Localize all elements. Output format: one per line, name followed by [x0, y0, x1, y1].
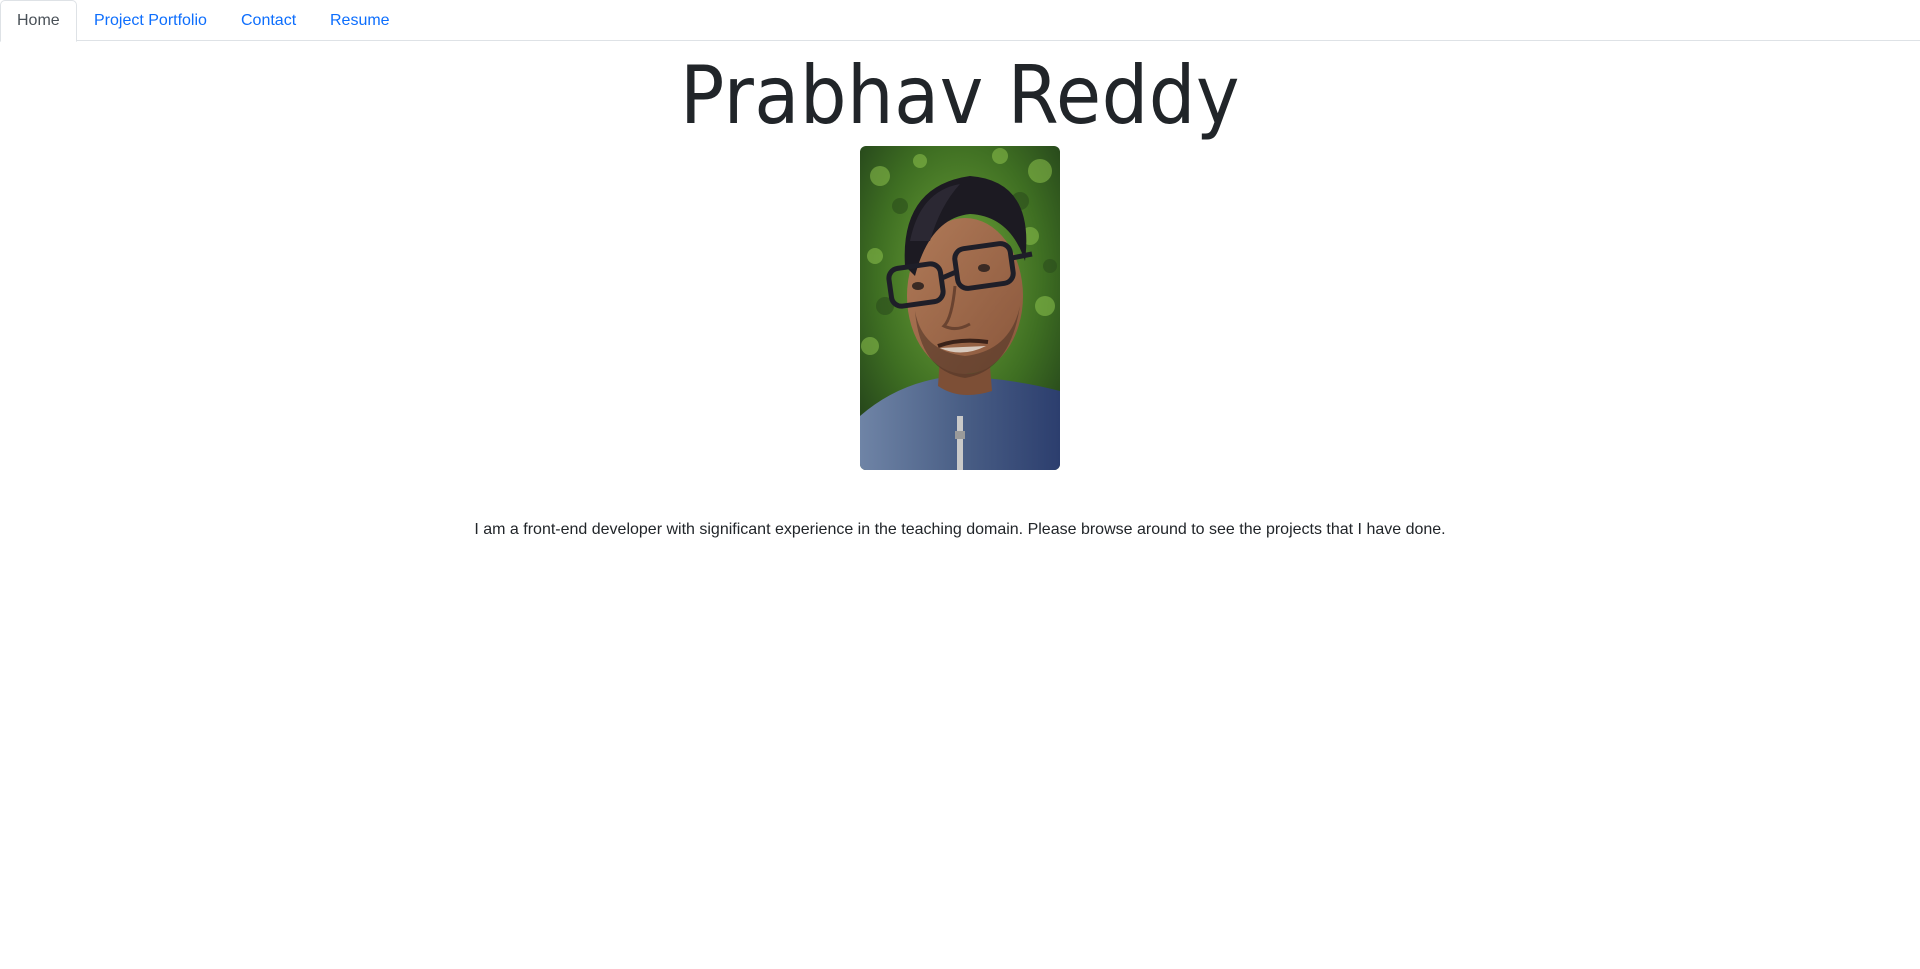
tab-home[interactable]: Home	[0, 0, 77, 42]
tab-resume[interactable]: Resume	[313, 0, 407, 41]
nav-tabs: Home Project Portfolio Contact Resume	[0, 0, 1920, 42]
profile-photo	[860, 146, 1060, 470]
page-title: Prabhav Reddy	[680, 49, 1240, 142]
tab-project-portfolio[interactable]: Project Portfolio	[77, 0, 224, 41]
bio-text: I am a front-end developer with signific…	[474, 521, 1446, 538]
tab-contact[interactable]: Contact	[224, 0, 313, 41]
